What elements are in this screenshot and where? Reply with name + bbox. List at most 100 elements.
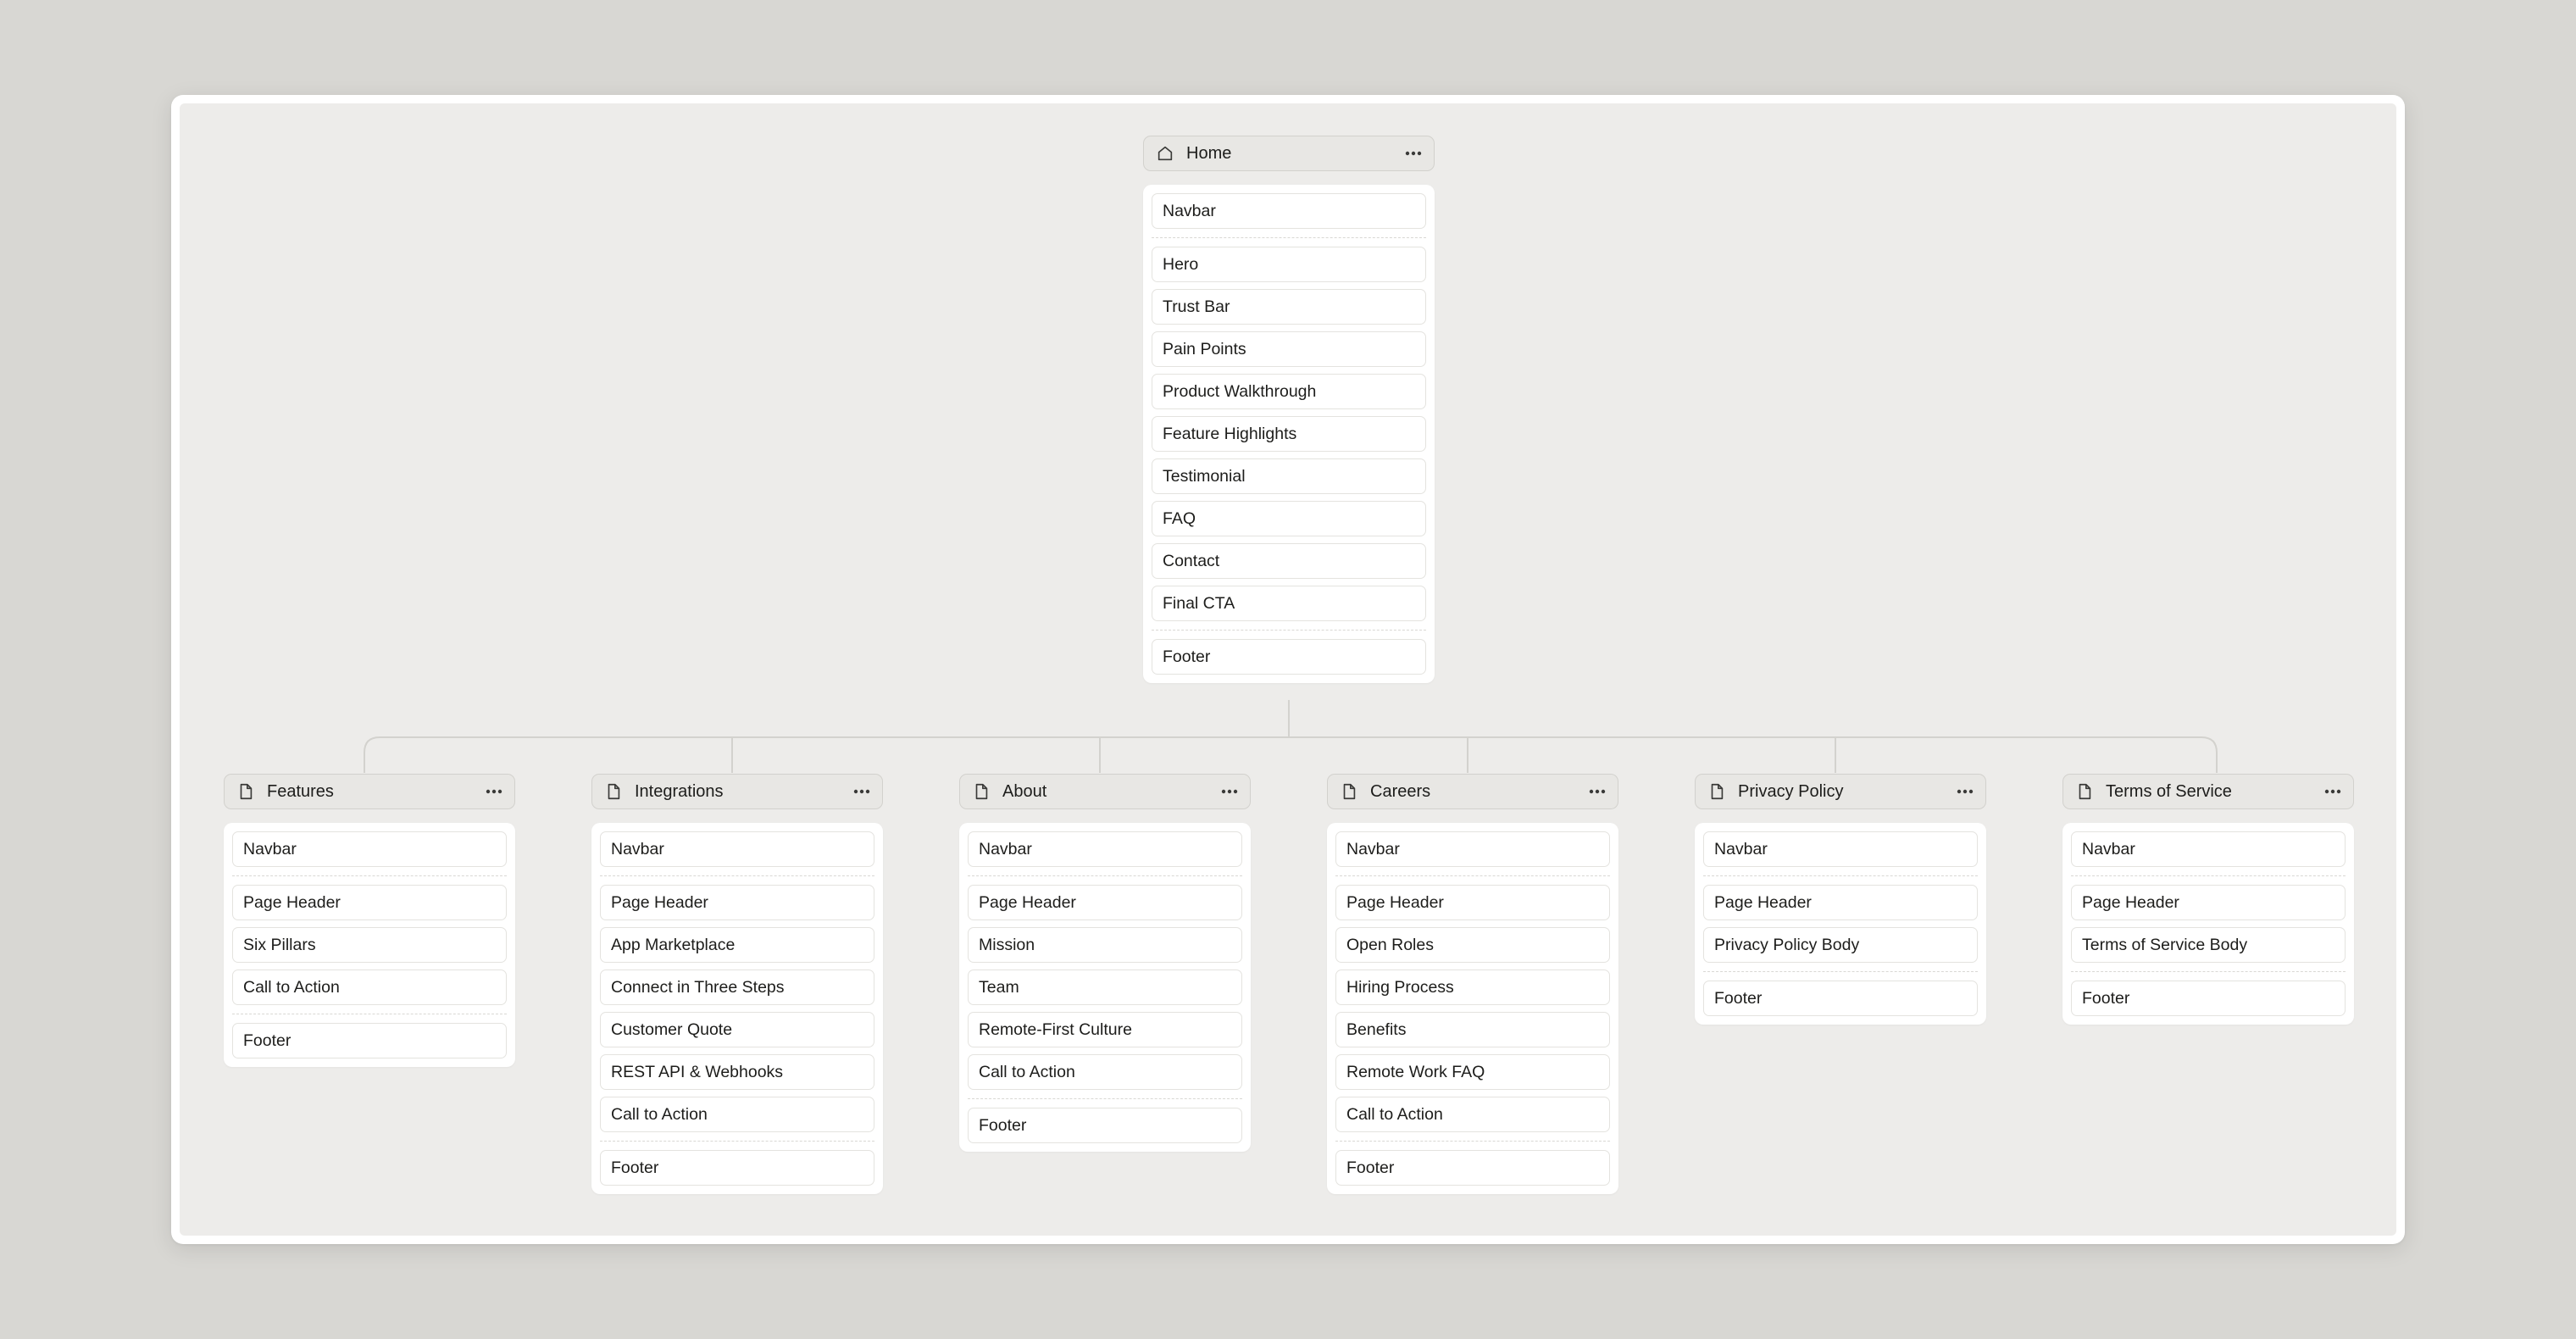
section-item-navbar[interactable]: Navbar	[232, 831, 507, 867]
page-node-header[interactable]: Home	[1143, 136, 1435, 171]
page-node-terms-of-service: Terms of Service Navbar Page Header Terms…	[2062, 774, 2354, 1025]
page-title: About	[1002, 781, 1047, 801]
page-icon	[236, 782, 255, 801]
ellipsis-icon[interactable]	[1957, 783, 1974, 800]
ellipsis-icon[interactable]	[2324, 783, 2341, 800]
navbar-section: Navbar	[1335, 823, 1610, 875]
section-item-team[interactable]: Team	[968, 970, 1242, 1005]
section-item-footer[interactable]: Footer	[1703, 981, 1978, 1016]
navbar-section: Navbar	[232, 823, 507, 875]
section-item-rest-api-webhooks[interactable]: REST API & Webhooks	[600, 1054, 874, 1090]
page-node-header[interactable]: Terms of Service	[2062, 774, 2354, 809]
section-item-contact[interactable]: Contact	[1152, 543, 1426, 579]
section-item-page-header[interactable]: Page Header	[600, 885, 874, 920]
section-item-pain-points[interactable]: Pain Points	[1152, 331, 1426, 367]
content-sections: Page Header Terms of Service Body	[2071, 875, 2346, 972]
section-item-navbar[interactable]: Navbar	[1152, 193, 1426, 229]
page-icon	[2075, 782, 2094, 801]
section-item-terms-of-service-body[interactable]: Terms of Service Body	[2071, 927, 2346, 963]
section-item-footer[interactable]: Footer	[232, 1023, 507, 1058]
connector-bar	[364, 736, 2218, 773]
page-node-careers: Careers Navbar Page Header Open Roles Hiri…	[1327, 774, 1618, 1194]
section-item-faq[interactable]: FAQ	[1152, 501, 1426, 536]
navbar-section: Navbar	[600, 823, 874, 875]
section-item-footer[interactable]: Footer	[1152, 639, 1426, 675]
content-sections: Page Header App Marketplace Connect in Thr…	[600, 875, 874, 1142]
page-node-integrations: Integrations Navbar Page Header App Marke…	[591, 774, 883, 1194]
section-item-page-header[interactable]: Page Header	[1703, 885, 1978, 920]
section-item-footer[interactable]: Footer	[968, 1108, 1242, 1143]
section-item-six-pillars[interactable]: Six Pillars	[232, 927, 507, 963]
ellipsis-icon[interactable]	[1589, 783, 1606, 800]
page-node-features: Features Navbar Page Header Six Pillars Ca…	[224, 774, 515, 1067]
section-item-connect-in-three-steps[interactable]: Connect in Three Steps	[600, 970, 874, 1005]
section-item-call-to-action[interactable]: Call to Action	[232, 970, 507, 1005]
section-item-footer[interactable]: Footer	[1335, 1150, 1610, 1186]
footer-section: Footer	[1152, 631, 1426, 683]
page-node-body: Navbar Page Header Mission Team Remote-Firs…	[959, 823, 1251, 1152]
section-item-navbar[interactable]: Navbar	[600, 831, 874, 867]
section-item-benefits[interactable]: Benefits	[1335, 1012, 1610, 1047]
section-item-privacy-policy-body[interactable]: Privacy Policy Body	[1703, 927, 1978, 963]
page-node-about: About Navbar Page Header Mission Team Remot…	[959, 774, 1251, 1152]
sitemap-canvas: Home Navbar Hero Trust Bar Pain Points Prod…	[180, 103, 2396, 1236]
section-item-feature-highlights[interactable]: Feature Highlights	[1152, 416, 1426, 452]
section-item-navbar[interactable]: Navbar	[968, 831, 1242, 867]
footer-section: Footer	[2071, 972, 2346, 1025]
section-item-footer[interactable]: Footer	[2071, 981, 2346, 1016]
page-node-body: Navbar Hero Trust Bar Pain Points Product W…	[1143, 185, 1435, 683]
section-item-remote-work-faq[interactable]: Remote Work FAQ	[1335, 1054, 1610, 1090]
page-node-privacy-policy: Privacy Policy Navbar Page Header Privacy…	[1695, 774, 1986, 1025]
page-title: Integrations	[635, 781, 724, 801]
content-sections: Page Header Mission Team Remote-First Cultu…	[968, 875, 1242, 1099]
content-sections: Hero Trust Bar Pain Points Product Walkthro…	[1152, 237, 1426, 631]
ellipsis-icon[interactable]	[486, 783, 502, 800]
section-item-hiring-process[interactable]: Hiring Process	[1335, 970, 1610, 1005]
section-item-page-header[interactable]: Page Header	[2071, 885, 2346, 920]
navbar-section: Navbar	[2071, 823, 2346, 875]
section-item-page-header[interactable]: Page Header	[1335, 885, 1610, 920]
page-icon	[972, 782, 991, 801]
section-item-open-roles[interactable]: Open Roles	[1335, 927, 1610, 963]
page-node-body: Navbar Page Header App Marketplace Connect…	[591, 823, 883, 1194]
page-title: Terms of Service	[2106, 781, 2232, 801]
footer-section: Footer	[1703, 972, 1978, 1025]
section-item-testimonial[interactable]: Testimonial	[1152, 458, 1426, 494]
page-icon	[604, 782, 623, 801]
page-node-home: Home Navbar Hero Trust Bar Pain Points Prod…	[1143, 136, 1435, 683]
page-title: Home	[1186, 143, 1232, 163]
section-item-hero[interactable]: Hero	[1152, 247, 1426, 282]
page-node-header[interactable]: About	[959, 774, 1251, 809]
footer-section: Footer	[968, 1099, 1242, 1152]
section-item-customer-quote[interactable]: Customer Quote	[600, 1012, 874, 1047]
section-item-navbar[interactable]: Navbar	[1703, 831, 1978, 867]
page-node-body: Navbar Page Header Open Roles Hiring Proce…	[1327, 823, 1618, 1194]
page-node-header[interactable]: Integrations	[591, 774, 883, 809]
section-item-app-marketplace[interactable]: App Marketplace	[600, 927, 874, 963]
page-node-body: Navbar Page Header Six Pillars Call to Act…	[224, 823, 515, 1067]
section-item-call-to-action[interactable]: Call to Action	[600, 1097, 874, 1132]
section-item-navbar[interactable]: Navbar	[2071, 831, 2346, 867]
section-item-page-header[interactable]: Page Header	[232, 885, 507, 920]
page-title: Careers	[1370, 781, 1431, 801]
section-item-call-to-action[interactable]: Call to Action	[1335, 1097, 1610, 1132]
section-item-page-header[interactable]: Page Header	[968, 885, 1242, 920]
page-node-header[interactable]: Careers	[1327, 774, 1618, 809]
section-item-trust-bar[interactable]: Trust Bar	[1152, 289, 1426, 325]
page-node-header[interactable]: Features	[224, 774, 515, 809]
ellipsis-icon[interactable]	[1405, 145, 1422, 162]
section-item-product-walkthrough[interactable]: Product Walkthrough	[1152, 374, 1426, 409]
ellipsis-icon[interactable]	[853, 783, 870, 800]
content-sections: Page Header Six Pillars Call to Action	[232, 875, 507, 1014]
page-node-header[interactable]: Privacy Policy	[1695, 774, 1986, 809]
section-item-navbar[interactable]: Navbar	[1335, 831, 1610, 867]
section-item-call-to-action[interactable]: Call to Action	[968, 1054, 1242, 1090]
page-icon	[1340, 782, 1358, 801]
section-item-final-cta[interactable]: Final CTA	[1152, 586, 1426, 621]
app-window: Home Navbar Hero Trust Bar Pain Points Prod…	[171, 95, 2405, 1244]
section-item-footer[interactable]: Footer	[600, 1150, 874, 1186]
section-item-mission[interactable]: Mission	[968, 927, 1242, 963]
section-item-remote-first-culture[interactable]: Remote-First Culture	[968, 1012, 1242, 1047]
content-sections: Page Header Open Roles Hiring Process Benef…	[1335, 875, 1610, 1142]
ellipsis-icon[interactable]	[1221, 783, 1238, 800]
